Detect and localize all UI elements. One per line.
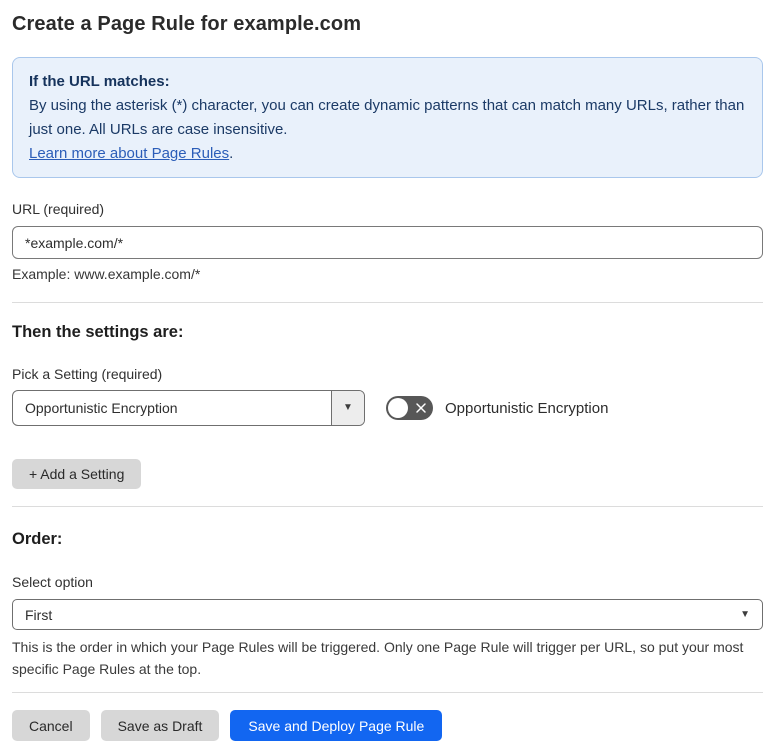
cancel-button[interactable]: Cancel (12, 710, 90, 741)
url-match-info-banner: If the URL matches: By using the asteris… (12, 57, 763, 178)
settings-section-heading: Then the settings are: (12, 323, 184, 341)
save-and-deploy-button[interactable]: Save and Deploy Page Rule (230, 710, 443, 741)
add-setting-button[interactable]: + Add a Setting (12, 459, 142, 489)
footer-actions: Cancel Save as Draft Save and Deploy Pag… (12, 710, 763, 741)
page-title: Create a Page Rule for example.com (12, 13, 362, 35)
pick-setting-label: Pick a Setting (required) (12, 366, 163, 382)
divider (12, 692, 763, 693)
link-period: . (229, 145, 234, 162)
divider (12, 506, 763, 507)
chevron-down-icon: ▼ (343, 402, 353, 413)
divider (12, 302, 763, 303)
setting-dropdown-button[interactable]: ▼ (331, 391, 364, 425)
order-select[interactable]: First ▼ (12, 599, 763, 630)
order-help-text: This is the order in which your Page Rul… (12, 639, 744, 677)
info-banner-link-line: Learn more about Page Rules. (29, 142, 746, 166)
setting-dropdown-value: Opportunistic Encryption (25, 400, 178, 416)
learn-more-link[interactable]: Learn more about Page Rules (29, 145, 229, 162)
chevron-down-icon: ▼ (740, 608, 750, 620)
page-rule-form: Create a Page Rule for example.com If th… (0, 12, 775, 741)
setting-dropdown[interactable]: Opportunistic Encryption ▼ (12, 390, 365, 426)
order-select-value: First (25, 606, 53, 623)
toggle-off-x-icon (416, 403, 426, 413)
url-field-label: URL (required) (12, 201, 105, 217)
order-select-label: Select option (12, 574, 93, 590)
url-example-hint: Example: www.example.com/* (12, 266, 201, 282)
order-section-heading: Order: (12, 530, 63, 548)
setting-row: Opportunistic Encryption ▼ Opportunistic… (12, 390, 763, 426)
opportunistic-encryption-toggle[interactable] (386, 396, 433, 420)
save-as-draft-button[interactable]: Save as Draft (100, 710, 220, 741)
toggle-knob (388, 398, 408, 418)
info-banner-heading: If the URL matches: (29, 73, 170, 90)
toggle-setting-label: Opportunistic Encryption (445, 399, 609, 417)
url-input[interactable] (12, 226, 763, 259)
info-banner-body: By using the asterisk (*) character, you… (29, 97, 745, 138)
